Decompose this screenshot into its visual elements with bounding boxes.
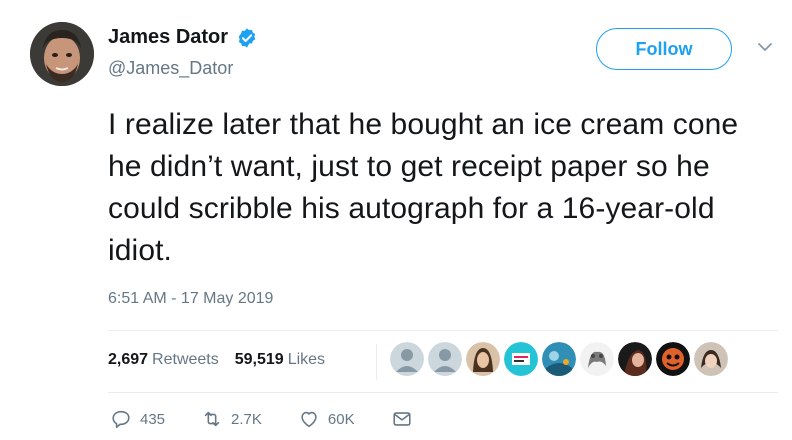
retweets-stat[interactable]: 2,697 Retweets bbox=[108, 351, 219, 369]
logo-avatar[interactable] bbox=[504, 342, 538, 376]
divider bbox=[108, 330, 778, 331]
reply-button[interactable]: 435 bbox=[110, 408, 165, 430]
heart-icon bbox=[301, 411, 317, 428]
photo-avatar[interactable] bbox=[618, 342, 652, 376]
retweet-icon bbox=[204, 411, 220, 427]
retweets-count: 2,697 bbox=[108, 351, 149, 368]
illustration-avatar[interactable] bbox=[542, 342, 576, 376]
tweet-stats: 2,697 Retweets 59,519 Likes bbox=[108, 351, 325, 369]
retweet-count: 2.7K bbox=[231, 410, 262, 428]
author-avatar[interactable] bbox=[30, 22, 94, 86]
likes-stat[interactable]: 59,519 Likes bbox=[235, 351, 325, 369]
reply-count: 435 bbox=[140, 410, 166, 428]
verified-badge-icon bbox=[236, 27, 258, 49]
tweet-text: I realize later that he bought an ice cr… bbox=[108, 108, 739, 267]
author-handle[interactable]: @James_Dator bbox=[108, 58, 233, 79]
chevron-down-icon[interactable] bbox=[756, 38, 774, 56]
retweets-label: Retweets bbox=[152, 351, 219, 368]
author-avatar-image bbox=[30, 22, 94, 86]
default-avatar-icon[interactable] bbox=[428, 342, 462, 376]
photo-avatar[interactable] bbox=[694, 342, 728, 376]
retweet-button[interactable]: 2.7K bbox=[201, 408, 262, 430]
photo-avatar[interactable] bbox=[466, 342, 500, 376]
envelope-icon bbox=[393, 412, 411, 426]
likes-label: Likes bbox=[287, 351, 326, 368]
follow-button[interactable]: Follow bbox=[596, 28, 732, 70]
tweet-card: James Dator @James_Dator Follow I realiz… bbox=[0, 0, 792, 440]
liker-avatars bbox=[390, 342, 728, 376]
like-button[interactable]: 60K bbox=[298, 408, 355, 430]
photo-avatar[interactable] bbox=[580, 342, 614, 376]
like-count: 60K bbox=[327, 410, 355, 428]
direct-message-button[interactable] bbox=[391, 408, 413, 430]
photo-avatar[interactable] bbox=[656, 342, 690, 376]
author-name-row: James Dator bbox=[108, 26, 258, 49]
stats-separator bbox=[376, 344, 377, 380]
author-display-name[interactable]: James Dator bbox=[108, 26, 228, 49]
tweet-timestamp[interactable]: 6:51 AM - 17 May 2019 bbox=[108, 290, 273, 308]
default-avatar-icon[interactable] bbox=[390, 342, 424, 376]
reply-icon bbox=[112, 410, 130, 429]
likes-count: 59,519 bbox=[234, 351, 284, 368]
tweet-actions: 435 2.7K 60K bbox=[110, 408, 449, 430]
divider bbox=[108, 392, 778, 393]
